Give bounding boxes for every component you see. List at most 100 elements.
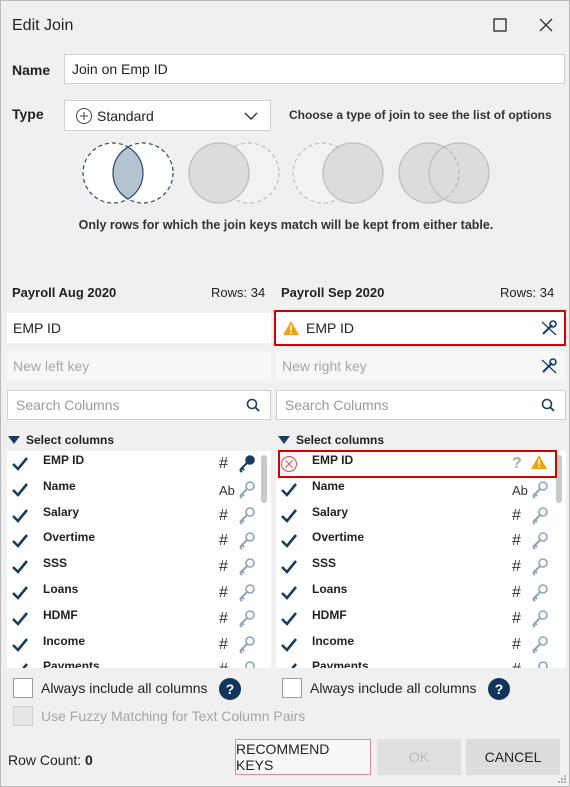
column-name: Name bbox=[312, 478, 345, 493]
edit-join-dialog: Edit Join Name Join on Emp ID Type Stand… bbox=[0, 0, 570, 787]
column-row[interactable]: EMP ID? bbox=[276, 452, 566, 478]
recommend-keys-button[interactable]: RECOMMEND KEYS bbox=[235, 739, 371, 775]
join-key-icon[interactable] bbox=[530, 609, 550, 629]
join-key-icon[interactable] bbox=[237, 583, 257, 603]
column-name: HDMF bbox=[312, 607, 347, 622]
join-key-icon[interactable] bbox=[530, 506, 550, 526]
help-icon[interactable]: ? bbox=[219, 678, 241, 700]
checkmark-icon[interactable] bbox=[280, 610, 298, 628]
fuzzy-matching-label: Use Fuzzy Matching for Text Column Pairs bbox=[41, 708, 306, 724]
name-input[interactable]: Join on Emp ID bbox=[64, 54, 565, 84]
data-type-icon: # bbox=[512, 635, 521, 653]
column-row[interactable]: SSS # bbox=[276, 555, 566, 581]
caret-down-icon bbox=[8, 436, 20, 444]
column-name: Loans bbox=[312, 582, 348, 596]
fuzzy-matching-checkbox[interactable] bbox=[13, 706, 33, 726]
column-row[interactable]: Overtime # bbox=[276, 529, 566, 555]
column-name: Salary bbox=[312, 504, 349, 519]
column-row[interactable]: EMP ID # bbox=[7, 452, 271, 478]
ok-button[interactable]: OK bbox=[377, 739, 461, 775]
checkmark-icon[interactable] bbox=[280, 558, 298, 576]
left-search-input[interactable]: Search Columns bbox=[7, 390, 271, 420]
checkmark-icon[interactable] bbox=[280, 636, 298, 654]
join-key-icon[interactable] bbox=[237, 557, 257, 577]
left-column-list: EMP ID # Name Ab Salary # Overtime # SSS # Loans # H… bbox=[7, 451, 271, 668]
join-key-icon[interactable] bbox=[530, 480, 550, 500]
left-key-field[interactable]: EMP ID bbox=[7, 313, 271, 343]
column-row[interactable]: Income # bbox=[276, 633, 566, 659]
join-key-icon[interactable] bbox=[237, 531, 257, 551]
column-row[interactable]: Salary # bbox=[276, 504, 566, 530]
full-join-venn-icon[interactable] bbox=[397, 141, 493, 205]
column-row[interactable]: Loans # bbox=[7, 581, 271, 607]
resize-grip-icon[interactable] bbox=[557, 774, 567, 784]
left-row-count: Rows: 34 bbox=[211, 285, 266, 300]
data-type-icon: # bbox=[219, 661, 228, 668]
checkmark-icon[interactable] bbox=[280, 661, 298, 668]
join-key-icon[interactable] bbox=[237, 480, 257, 500]
checkmark-icon[interactable] bbox=[11, 507, 29, 525]
new-left-key-field[interactable]: New left key bbox=[7, 351, 271, 381]
left-key-value: EMP ID bbox=[13, 320, 61, 336]
column-row[interactable]: Payments # bbox=[276, 658, 566, 668]
join-key-icon[interactable] bbox=[237, 660, 257, 668]
column-row[interactable]: Income # bbox=[7, 633, 271, 659]
checkmark-icon[interactable] bbox=[280, 584, 298, 602]
checkmark-icon[interactable] bbox=[11, 610, 29, 628]
left-always-include-checkbox[interactable] bbox=[13, 678, 33, 698]
join-key-icon[interactable] bbox=[237, 454, 257, 474]
unlink-key-icon[interactable] bbox=[540, 357, 558, 375]
new-right-key-field[interactable]: New right key bbox=[276, 351, 566, 381]
remove-circle-icon[interactable] bbox=[280, 455, 298, 473]
data-type-icon: # bbox=[219, 506, 228, 524]
column-row[interactable]: Overtime # bbox=[7, 529, 271, 555]
join-key-icon[interactable] bbox=[530, 635, 550, 655]
unlink-key-icon[interactable] bbox=[540, 319, 558, 337]
checkmark-icon[interactable] bbox=[11, 532, 29, 550]
column-row[interactable]: HDMF # bbox=[276, 607, 566, 633]
left-select-columns-toggle[interactable]: Select columns bbox=[8, 433, 114, 447]
right-search-input[interactable]: Search Columns bbox=[276, 390, 566, 420]
cancel-button[interactable]: CANCEL bbox=[466, 739, 560, 775]
column-row[interactable]: HDMF # bbox=[7, 607, 271, 633]
checkmark-icon[interactable] bbox=[280, 507, 298, 525]
close-button[interactable] bbox=[534, 13, 558, 37]
column-row[interactable]: Loans # bbox=[276, 581, 566, 607]
column-row[interactable]: Name Ab bbox=[276, 478, 566, 504]
checkmark-icon[interactable] bbox=[11, 481, 29, 499]
new-right-key-placeholder: New right key bbox=[282, 358, 367, 374]
checkmark-icon[interactable] bbox=[11, 661, 29, 668]
checkmark-icon[interactable] bbox=[11, 455, 29, 473]
checkmark-icon[interactable] bbox=[11, 636, 29, 654]
join-key-icon[interactable] bbox=[530, 583, 550, 603]
right-always-include-checkbox[interactable] bbox=[282, 678, 302, 698]
column-row[interactable]: SSS # bbox=[7, 555, 271, 581]
left-join-venn-icon[interactable] bbox=[187, 141, 283, 205]
join-key-icon[interactable] bbox=[237, 506, 257, 526]
checkmark-icon[interactable] bbox=[280, 481, 298, 499]
inner-join-venn-icon[interactable] bbox=[81, 141, 177, 205]
join-key-icon[interactable] bbox=[530, 531, 550, 551]
data-type-icon: # bbox=[512, 506, 521, 524]
right-select-columns-toggle[interactable]: Select columns bbox=[278, 433, 384, 447]
maximize-button[interactable] bbox=[488, 13, 512, 37]
checkmark-icon[interactable] bbox=[11, 584, 29, 602]
column-name: Payments bbox=[43, 659, 100, 668]
right-key-field[interactable]: EMP ID bbox=[274, 310, 566, 346]
column-row[interactable]: Name Ab bbox=[7, 478, 271, 504]
join-key-icon[interactable] bbox=[530, 660, 550, 668]
column-row[interactable]: Salary # bbox=[7, 504, 271, 530]
column-name: EMP ID bbox=[312, 453, 354, 467]
join-key-icon[interactable] bbox=[237, 635, 257, 655]
right-join-venn-icon[interactable] bbox=[291, 141, 387, 205]
join-type-select[interactable]: Standard bbox=[64, 100, 271, 131]
join-key-icon[interactable] bbox=[237, 609, 257, 629]
column-row[interactable]: Payments # bbox=[7, 658, 271, 668]
help-icon[interactable]: ? bbox=[488, 678, 510, 700]
data-type-icon: # bbox=[512, 661, 521, 668]
checkmark-icon[interactable] bbox=[280, 532, 298, 550]
column-name: Payments bbox=[312, 659, 369, 668]
checkmark-icon[interactable] bbox=[11, 558, 29, 576]
join-key-icon[interactable] bbox=[530, 557, 550, 577]
left-always-include-label: Always include all columns bbox=[41, 680, 208, 696]
